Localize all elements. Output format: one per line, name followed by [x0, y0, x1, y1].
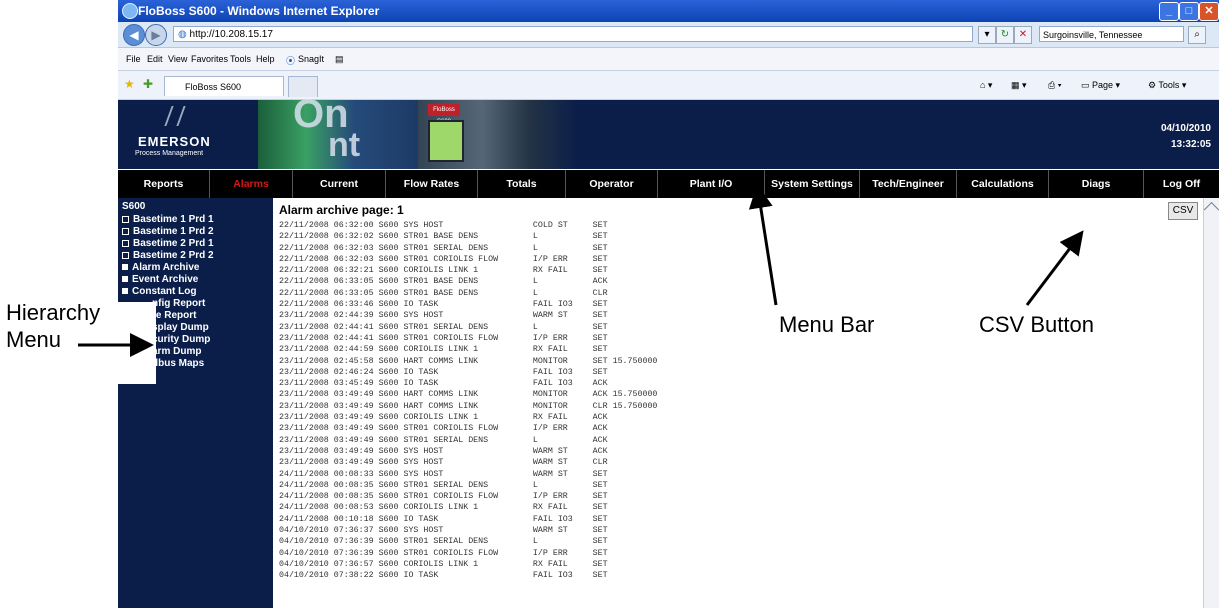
- arrow-csv: [1025, 230, 1084, 306]
- arrow-menu-bar: [748, 184, 778, 306]
- annotation-arrows: [78, 184, 1084, 357]
